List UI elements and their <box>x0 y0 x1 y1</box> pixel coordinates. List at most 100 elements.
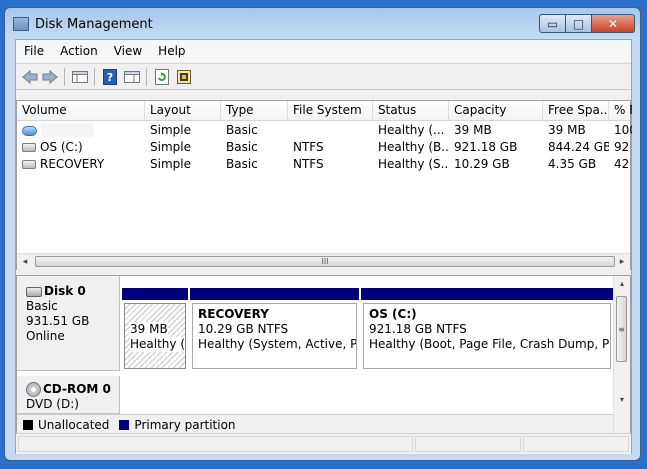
cd-rom-0-label[interactable]: CD-ROM 0 DVD (D:) <box>17 376 120 414</box>
legend-unallocated: Unallocated <box>38 417 110 432</box>
menu-action[interactable]: Action <box>52 41 106 61</box>
table-row[interactable]: OS (C:) Simple Basic NTFS Healthy (B... … <box>17 139 630 156</box>
partition-status: Healthy (Boot, Page File, Crash Dump, Pr… <box>369 337 610 351</box>
partition-system-reserved[interactable]: 39 MB Healthy ( <box>122 288 188 371</box>
file-system-cell: NTFS <box>293 140 324 154</box>
menu-bar: File Action View Help <box>16 40 631 62</box>
disk-0-label[interactable]: Disk 0 Basic 931.51 GB Online <box>17 276 120 371</box>
window-title: Disk Management <box>35 17 153 32</box>
disk-type: DVD (D:) <box>26 397 79 411</box>
volume-list[interactable]: Volume Layout Type File System Status Ca… <box>16 100 632 270</box>
column-header-free-space[interactable]: Free Spa... <box>543 101 609 120</box>
percent-free-cell: 42 <box>614 157 630 171</box>
console-tree-icon[interactable] <box>71 68 89 86</box>
disk-name: Disk 0 <box>44 284 86 298</box>
table-row[interactable]: Simple Basic Healthy (... 39 MB 39 MB 10… <box>17 122 632 139</box>
disk-management-window: Disk Management ▭ □ ✕ File Action View H… <box>4 7 641 461</box>
hard-disk-icon <box>26 286 42 297</box>
file-system-cell: NTFS <box>293 157 324 171</box>
toolbar-separator <box>94 68 95 86</box>
partition-body: RECOVERY 10.29 GB NTFS Healthy (System, … <box>192 303 357 369</box>
primary-partition-bar <box>190 288 359 300</box>
status-cell: Healthy (S... <box>378 157 449 171</box>
partition-size: 921.18 GB NTFS <box>369 322 467 336</box>
properties-icon[interactable] <box>123 68 141 86</box>
minimize-button[interactable]: ▭ <box>539 14 566 33</box>
menu-file[interactable]: File <box>16 41 52 61</box>
cd-rom-icon <box>26 382 41 397</box>
volume-cell: RECOVERY <box>17 156 145 173</box>
layout-cell: Simple <box>150 140 191 154</box>
drive-icon <box>22 160 36 169</box>
scroll-thumb[interactable]: III <box>35 256 615 267</box>
partition-status: Healthy (System, Active, Prim <box>198 337 357 351</box>
partition-body: OS (C:) 921.18 GB NTFS Healthy (Boot, Pa… <box>363 303 611 369</box>
column-header-volume[interactable]: Volume <box>17 101 145 120</box>
primary-partition-bar <box>361 288 613 300</box>
help-icon[interactable]: ? <box>101 68 119 86</box>
percent-free-cell: 92 <box>614 140 630 154</box>
column-header-layout[interactable]: Layout <box>145 101 221 120</box>
disk-type: Basic <box>26 299 58 313</box>
unallocated-swatch <box>23 419 33 430</box>
disk-size: 931.51 GB <box>26 314 90 328</box>
drive-icon <box>22 143 36 152</box>
status-pane <box>415 436 521 452</box>
scroll-right-icon[interactable]: ▸ <box>615 255 629 269</box>
status-cell: Healthy (B... <box>378 140 449 154</box>
partition-size: 10.29 GB NTFS <box>198 322 289 336</box>
column-header-file-system[interactable]: File System <box>288 101 373 120</box>
vertical-scrollbar[interactable]: ▴ ≡ ▾ <box>613 276 630 444</box>
redacted-volume-label <box>41 124 93 137</box>
free-space-cell: 4.35 GB <box>548 157 597 171</box>
percent-free-cell: 100 <box>614 123 632 137</box>
status-pane <box>523 436 629 452</box>
horizontal-scrollbar[interactable]: ◂ III ▸ <box>17 253 630 270</box>
layout-cell: Simple <box>150 157 191 171</box>
menu-help[interactable]: Help <box>150 41 193 61</box>
partition-body: 39 MB Healthy ( <box>124 303 186 369</box>
primary-partition-swatch <box>119 419 130 430</box>
partition-status: Healthy ( <box>130 337 186 352</box>
table-row[interactable]: RECOVERY Simple Basic NTFS Healthy (S...… <box>17 156 630 173</box>
close-icon: ✕ <box>607 16 619 31</box>
primary-partition-bar <box>122 288 188 300</box>
column-header-percent-free[interactable]: % F <box>609 101 632 120</box>
partition-os-c[interactable]: OS (C:) 921.18 GB NTFS Healthy (Boot, Pa… <box>361 288 613 371</box>
toolbar-separator <box>146 68 147 86</box>
maximize-icon: □ <box>572 16 585 31</box>
volume-cell: OS (C:) <box>17 139 145 156</box>
partition-recovery[interactable]: RECOVERY 10.29 GB NTFS Healthy (System, … <box>190 288 359 371</box>
menu-view[interactable]: View <box>106 41 150 61</box>
capacity-cell: 921.18 GB <box>454 140 518 154</box>
refresh-icon[interactable] <box>153 68 171 86</box>
forward-arrow-icon[interactable] <box>41 68 59 86</box>
scroll-thumb[interactable]: ≡ <box>616 296 627 362</box>
drive-icon <box>22 125 37 136</box>
maximize-button[interactable]: □ <box>565 14 592 33</box>
column-header-type[interactable]: Type <box>221 101 288 120</box>
partition-size: 39 MB <box>130 322 168 337</box>
close-button[interactable]: ✕ <box>591 14 635 33</box>
partition-title: RECOVERY <box>198 307 269 321</box>
status-pane <box>18 436 413 452</box>
column-header-capacity[interactable]: Capacity <box>449 101 543 120</box>
free-space-cell: 39 MB <box>548 123 586 137</box>
toolbar-separator <box>64 68 65 86</box>
toolbar: ? <box>16 63 631 90</box>
svg-text:?: ? <box>107 71 113 84</box>
capacity-cell: 10.29 GB <box>454 157 510 171</box>
rescan-disks-icon[interactable] <box>175 68 193 86</box>
volume-cell <box>17 122 145 139</box>
column-header-status[interactable]: Status <box>373 101 449 120</box>
capacity-cell: 39 MB <box>454 123 492 137</box>
back-arrow-icon[interactable] <box>21 68 39 86</box>
scroll-left-icon[interactable]: ◂ <box>18 255 32 269</box>
title-bar[interactable]: Disk Management ▭ □ ✕ <box>13 14 635 36</box>
client-area: File Action View Help ? Volume Layout Ty… <box>15 39 632 454</box>
status-cell: Healthy (... <box>378 123 445 137</box>
disk-name: CD-ROM 0 <box>43 382 111 396</box>
scroll-down-icon[interactable]: ▾ <box>615 394 629 406</box>
disk-state: Online <box>26 329 65 343</box>
scroll-up-icon[interactable]: ▴ <box>615 278 629 290</box>
